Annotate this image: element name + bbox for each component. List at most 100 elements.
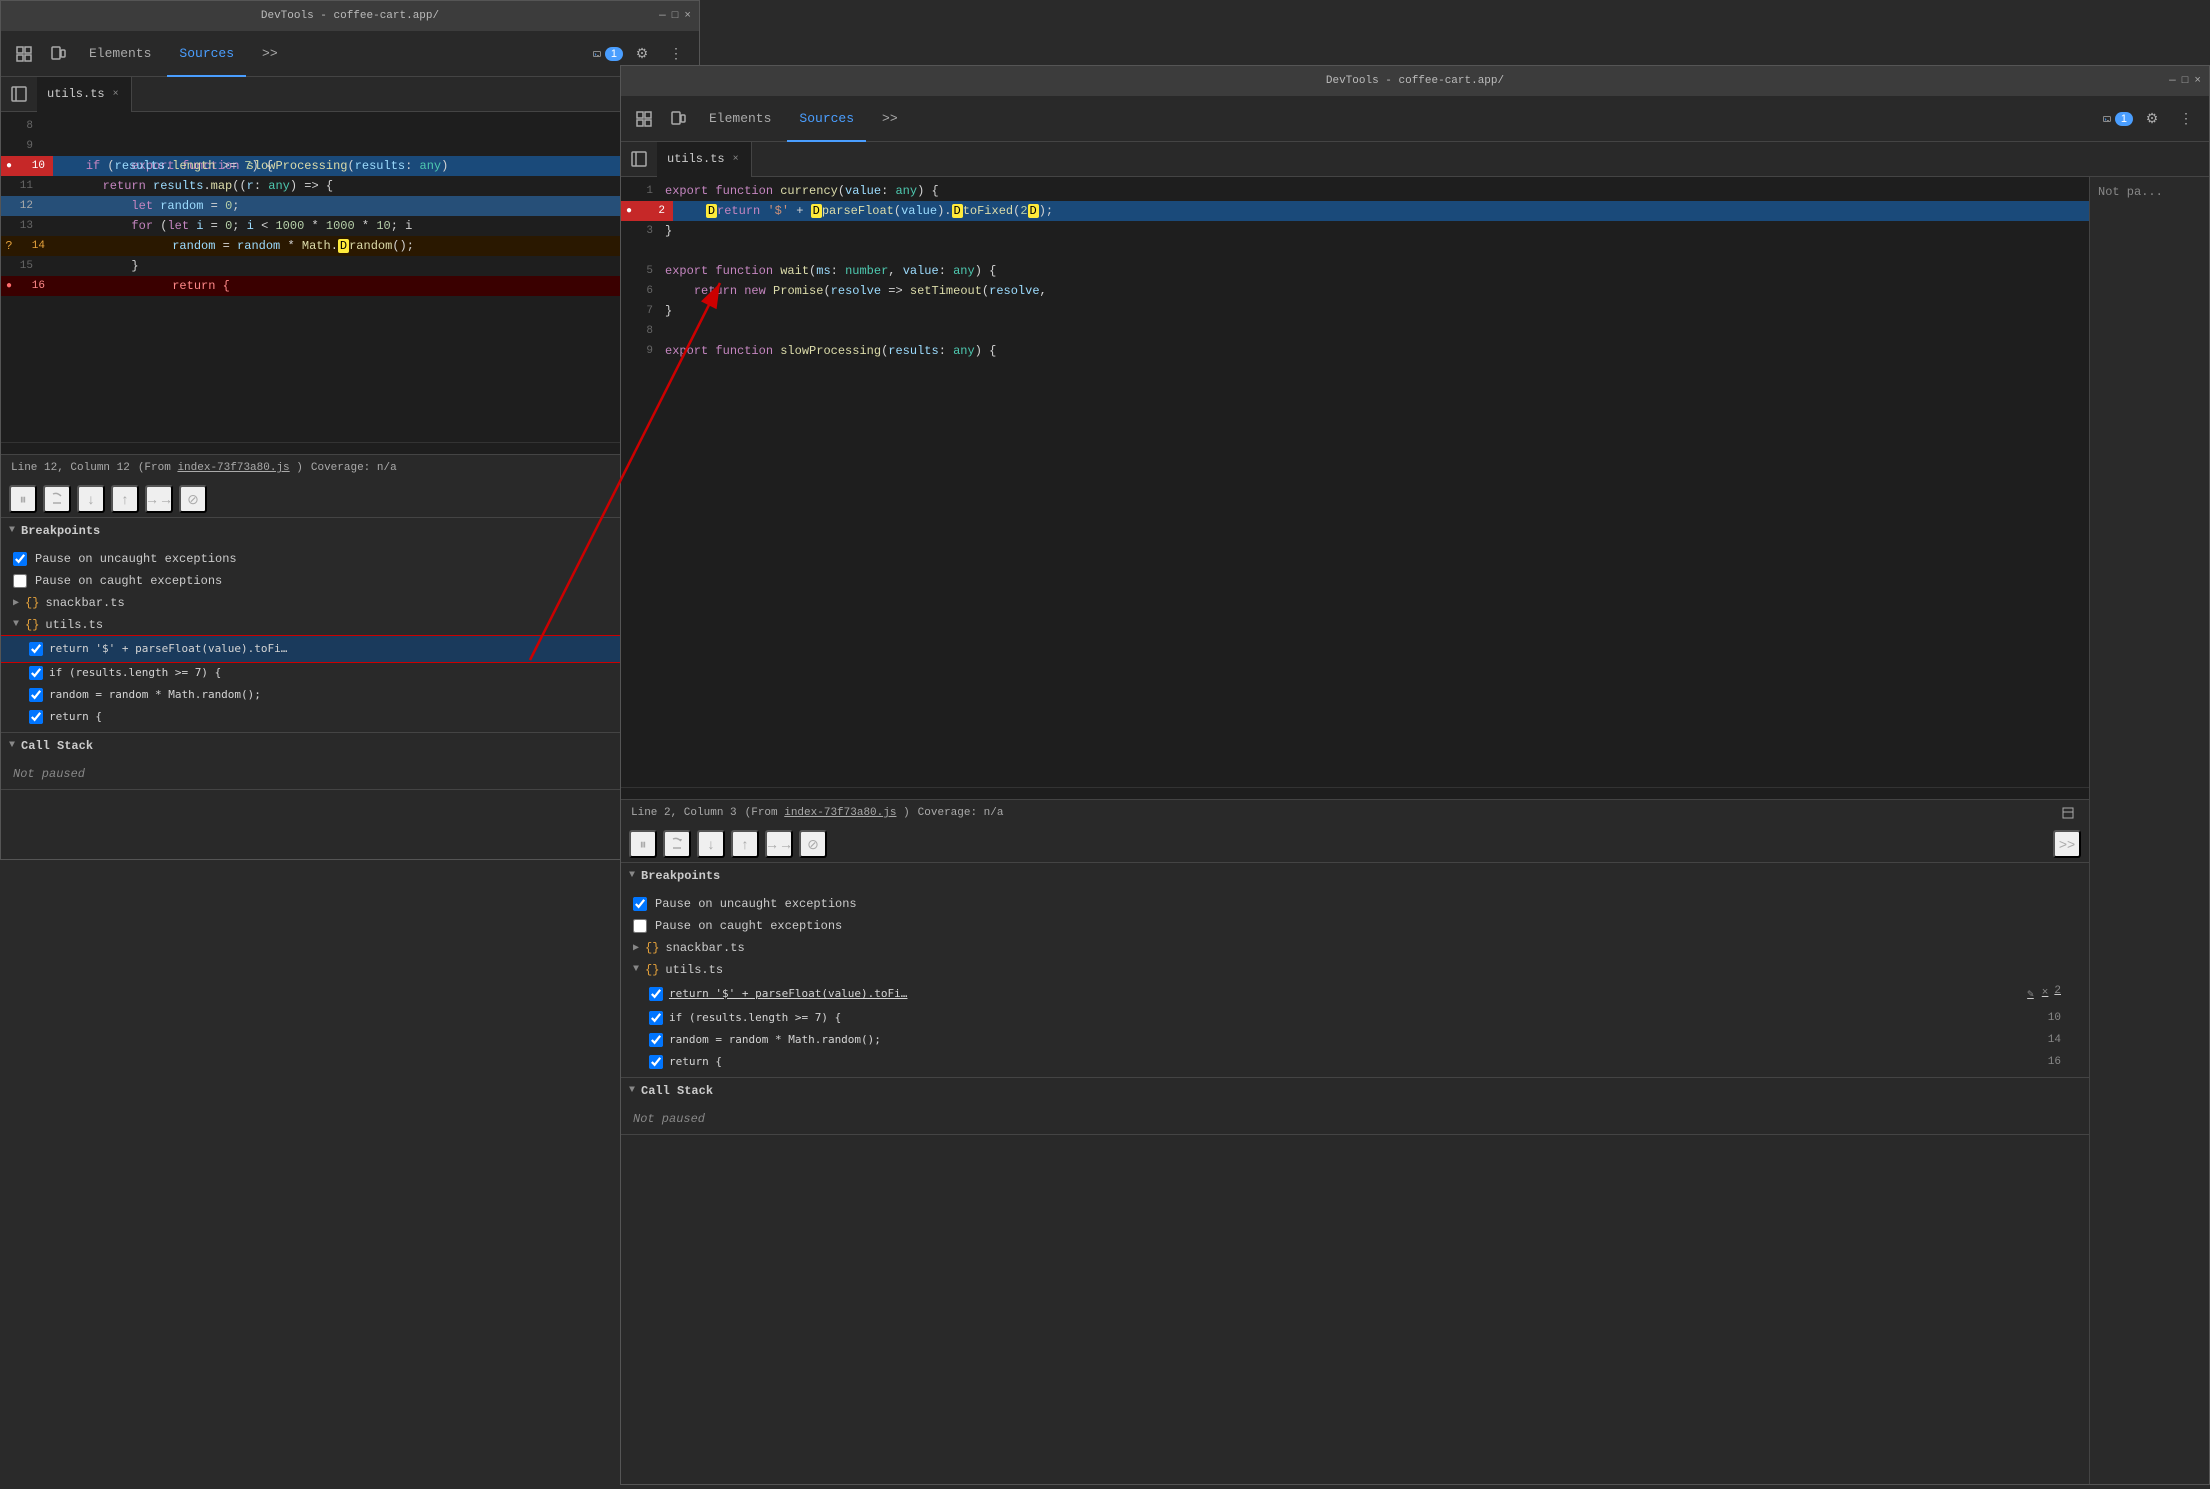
file-icon-utils-2: {} [645,963,659,977]
inspect-icon-1[interactable] [9,39,39,69]
sidebar-panels-2[interactable]: ▼ Breakpoints Pause on uncaught exceptio… [621,863,2089,1485]
settings-btn-1[interactable]: ⚙ [627,39,657,69]
step-btn-1[interactable]: →→ [145,485,173,513]
bp-file-snackbar-2[interactable]: ▶ {} snackbar.ts [621,937,2089,959]
step-into-btn-1[interactable]: ↓ [77,485,105,513]
device-icon-2[interactable] [663,104,693,134]
horizontal-scroll-1[interactable] [1,442,699,454]
code-lines-1: 8 9 export function slowProcessing(resul… [1,112,699,300]
step-btn-2[interactable]: →→ [765,830,793,858]
coverage-info-2: Coverage: n/a [918,807,1004,819]
code-line-10: ● 10 if (results.length >= 7) { [1,156,699,176]
bp-item-2-1[interactable]: return '$' + parseFloat(value).toFi… ✎ ×… [621,981,2089,1007]
bp-file-utils-2[interactable]: ▼ {} utils.ts [621,959,2089,981]
bp-item-1-3[interactable]: random = random * Math.random(); 14 [1,684,699,706]
breakpoints-header-1[interactable]: ▼ Breakpoints [1,518,699,544]
deactivate-btn-1[interactable]: ⊘ [179,485,207,513]
console-btn-2[interactable]: 1 [2103,104,2133,134]
pause-resume-btn-1[interactable]: ⏸ [9,485,37,513]
tab-more-2[interactable]: >> [870,96,910,142]
bp-cb-1-1[interactable] [29,642,43,656]
tab-elements-2[interactable]: Elements [697,96,783,142]
sidebar-panels-1[interactable]: ▼ Breakpoints Pause on uncaught exceptio… [1,518,699,860]
bp-cb-2-1[interactable] [649,987,663,1001]
code-scroll-1[interactable]: 8 9 export function slowProcessing(resul… [1,112,699,442]
coverage-icon-2[interactable] [2057,802,2079,824]
file-tab-close-1[interactable]: × [111,87,121,102]
code-area-1: 8 9 export function slowProcessing(resul… [1,112,699,454]
more-btn-1[interactable]: ⋮ [661,39,691,69]
call-stack-title-1: Call Stack [21,739,93,753]
settings-btn-2[interactable]: ⚙ [2137,104,2167,134]
minimize-btn-1[interactable]: — [659,10,666,22]
bp-cb-1-3[interactable] [29,688,43,702]
file-tab-close-2[interactable]: × [731,152,741,167]
pause-uncaught-cb-2[interactable] [633,897,647,911]
breakpoints-header-2[interactable]: ▼ Breakpoints [621,863,2089,889]
bp-cb-1-4[interactable] [29,710,43,724]
more-btn-2[interactable]: ⋮ [2171,104,2201,134]
pause-resume-btn-2[interactable]: ⏸ [629,830,657,858]
status-bar-2: Line 2, Column 3 (From index-73f73a80.js… [621,799,2089,827]
tab-sources-1[interactable]: Sources [167,31,246,77]
bp-item-2-3[interactable]: random = random * Math.random(); 14 [621,1029,2089,1051]
pause-caught-cb-1[interactable] [13,574,27,588]
maximize-btn-2[interactable]: □ [2182,75,2189,87]
bp-cb-2-2[interactable] [649,1011,663,1025]
code-scroll-2[interactable]: 1 export function currency(value: any) {… [621,177,2089,787]
bp-cb-2-3[interactable] [649,1033,663,1047]
call-stack-header-1[interactable]: ▼ Call Stack [1,733,699,759]
minimize-btn-2[interactable]: — [2169,75,2176,87]
bp-remove-2-1[interactable]: × [2040,985,2051,1003]
pause-uncaught-cb-1[interactable] [13,552,27,566]
bp-edit-2-1[interactable]: ✎ [2025,985,2036,1003]
bp-item-1-1[interactable]: return '$' + parseFloat(value).toFi… ✎ ×… [1,636,699,662]
expand-btn-2[interactable]: >> [2053,830,2081,858]
bp-item-2-4[interactable]: return { 16 [621,1051,2089,1073]
bp-file-snackbar-1[interactable]: ▶ {} snackbar.ts [1,592,699,614]
close-btn-1[interactable]: × [684,10,691,22]
step-over-btn-1[interactable] [43,485,71,513]
step-into-btn-2[interactable]: ↓ [697,830,725,858]
cursor-position-1: Line 12, Column 12 [11,462,130,474]
sidebar-toggle-2[interactable] [625,145,653,173]
file-tab-utils-2[interactable]: utils.ts × [657,142,752,177]
file-tab-bar-1: utils.ts × [1,77,699,112]
source-link-2[interactable]: index-73f73a80.js [784,807,896,819]
bp-filename-snackbar-2: snackbar.ts [665,941,744,955]
code-line-13: 13 for (let i = 0; i < 1000 * 1000 * 10;… [1,216,699,236]
call-stack-header-2[interactable]: ▼ Call Stack [621,1078,2089,1104]
bp-cb-2-4[interactable] [649,1055,663,1069]
file-tab-bar-2: utils.ts × [621,142,2209,177]
tab-more-1[interactable]: >> [250,31,290,77]
titlebar-controls-2: — □ × [2169,75,2201,87]
maximize-btn-1[interactable]: □ [672,10,679,22]
pause-uncaught-row-1: Pause on uncaught exceptions [1,548,699,570]
step-over-btn-2[interactable] [663,830,691,858]
titlebar-2: DevTools - coffee-cart.app/ — □ × [621,66,2209,96]
code-line-2-2: ● 2 Dreturn '$' + DparseFloat(value).Dto… [621,201,2089,221]
bp-file-utils-1[interactable]: ▼ {} utils.ts [1,614,699,636]
horizontal-scroll-2[interactable] [621,787,2089,799]
source-link-1[interactable]: index-73f73a80.js [177,462,289,474]
inspect-icon-2[interactable] [629,104,659,134]
bp-item-2-2[interactable]: if (results.length >= 7) { 10 [621,1007,2089,1029]
file-tab-utils-1[interactable]: utils.ts × [37,77,132,112]
bp-item-1-2[interactable]: if (results.length >= 7) { 10 [1,662,699,684]
pause-caught-cb-2[interactable] [633,919,647,933]
breakpoints-chevron-1: ▼ [9,525,15,536]
bp-item-1-4[interactable]: return { 16 [1,706,699,728]
close-btn-2[interactable]: × [2194,75,2201,87]
bp-cb-1-2[interactable] [29,666,43,680]
console-btn-1[interactable]: 1 [593,39,623,69]
sidebar-toggle-1[interactable] [5,80,33,108]
step-out-btn-1[interactable]: ↑ [111,485,139,513]
step-out-btn-2[interactable]: ↑ [731,830,759,858]
tab-sources-2[interactable]: Sources [787,96,866,142]
devtools-window-2: DevTools - coffee-cart.app/ — □ × Elemen… [620,65,2210,1485]
deactivate-btn-2[interactable]: ⊘ [799,830,827,858]
device-icon-1[interactable] [43,39,73,69]
file-tab-name-1: utils.ts [47,87,105,101]
main-toolbar-2: Elements Sources >> 1 ⚙ ⋮ [621,96,2209,142]
tab-elements-1[interactable]: Elements [77,31,163,77]
